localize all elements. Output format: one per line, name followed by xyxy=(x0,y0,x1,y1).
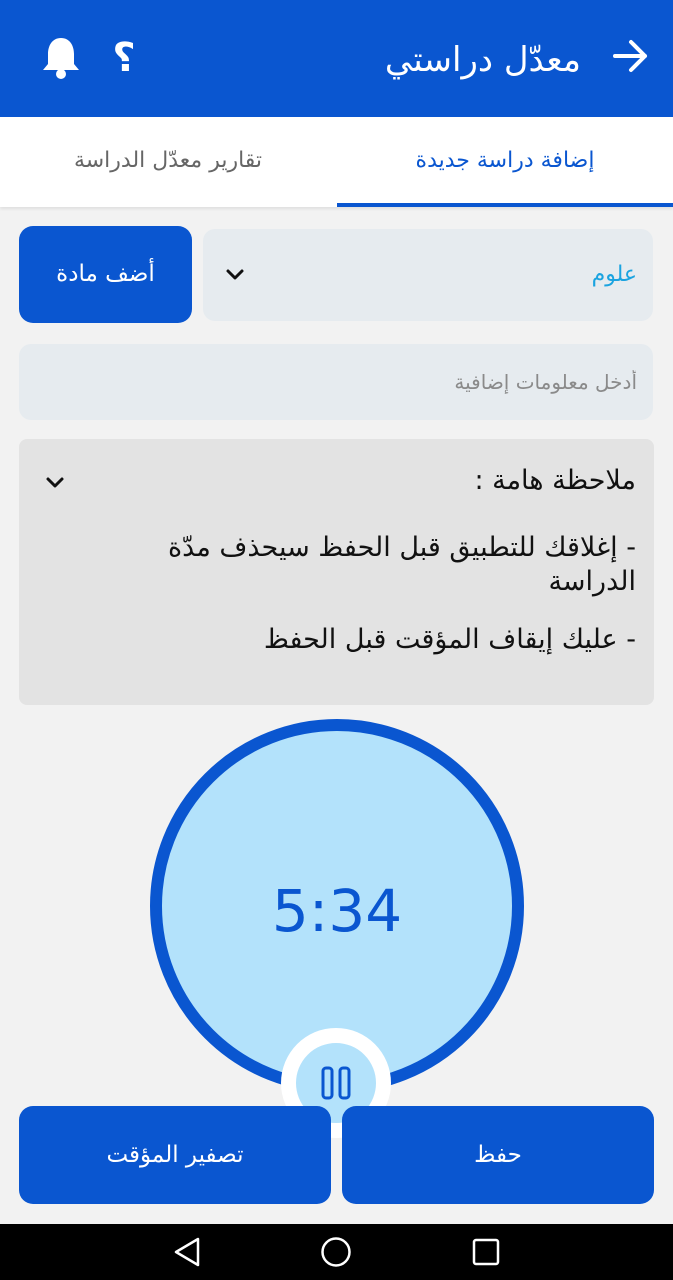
system-nav-bar xyxy=(0,1224,673,1280)
bell-icon[interactable] xyxy=(38,34,84,82)
nav-recents-icon[interactable] xyxy=(470,1236,502,1268)
timer-display: 5:34 xyxy=(271,877,403,945)
save-button[interactable]: حفظ xyxy=(342,1106,654,1204)
tab-bar: إضافة دراسة جديدة تقارير معدّل الدراسة xyxy=(0,117,673,207)
nav-home-icon[interactable] xyxy=(320,1236,352,1268)
add-subject-button[interactable]: أضف مادة xyxy=(19,226,192,323)
subject-dropdown[interactable]: علوم xyxy=(203,229,653,321)
extra-info-input[interactable] xyxy=(19,344,653,420)
note-line: - عليك إيقاف المؤقت قبل الحفظ xyxy=(263,624,636,655)
tab-indicator xyxy=(337,203,673,207)
app-bar: معدّل دراستي ؟ xyxy=(0,0,673,117)
note-title: ملاحظة هامة : xyxy=(474,465,636,496)
tab-study-reports[interactable]: تقارير معدّل الدراسة xyxy=(0,117,336,207)
help-icon[interactable]: ؟ xyxy=(104,34,144,82)
important-note-panel[interactable]: ملاحظة هامة : - إغلاقك للتطبيق قبل الحفظ… xyxy=(19,439,654,705)
nav-back-icon[interactable] xyxy=(172,1236,204,1268)
page-title: معدّل دراستي xyxy=(384,40,581,80)
tab-add-new-study[interactable]: إضافة دراسة جديدة xyxy=(337,117,673,207)
arrow-right-icon[interactable] xyxy=(609,34,653,78)
pause-icon xyxy=(321,1066,351,1100)
subject-selected-value: علوم xyxy=(591,262,637,287)
note-line: - إغلاقك للتطبيق قبل الحفظ سيحذف مدّة ال… xyxy=(168,532,636,597)
chevron-down-icon[interactable] xyxy=(43,471,67,495)
reset-timer-button[interactable]: تصفير المؤقت xyxy=(19,1106,331,1204)
chevron-down-icon xyxy=(223,263,247,287)
